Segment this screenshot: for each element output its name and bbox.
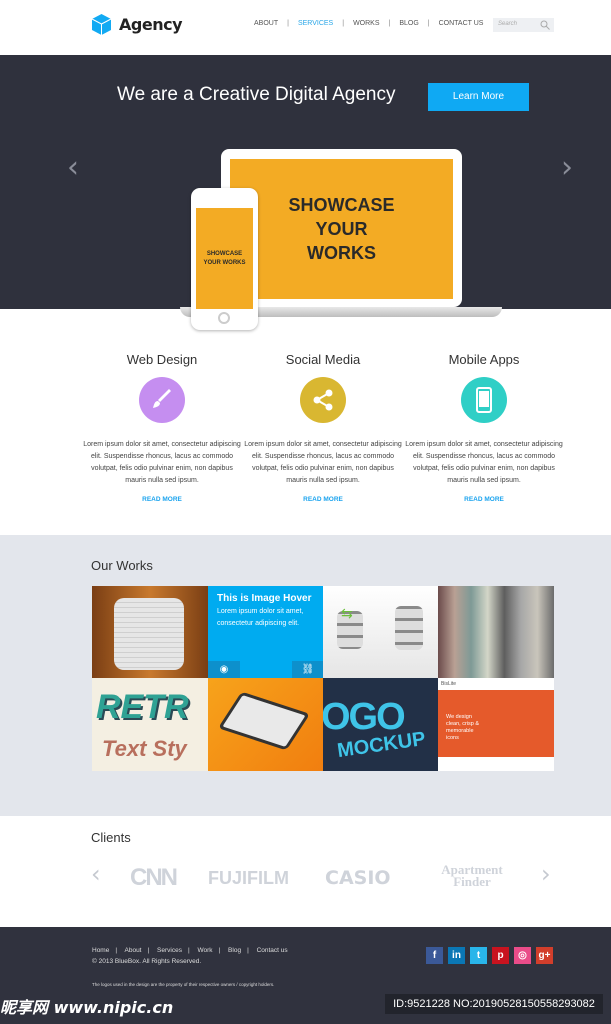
client-logo-fujifilm: FUJIFILM [208, 868, 289, 888]
facebook-icon[interactable]: f [426, 947, 443, 964]
smartphone-icon [461, 377, 507, 423]
read-more-link[interactable]: READ MORE [82, 496, 242, 503]
watermark-site: 昵享网 www.nipic.cn [0, 998, 174, 1017]
eye-icon[interactable]: ◉ [208, 661, 240, 679]
works-title: Our Works [91, 558, 153, 573]
footer-link-about[interactable]: About [125, 947, 142, 954]
nav-about[interactable]: ABOUT [254, 20, 278, 27]
phone-screen-text: SHOWCASE YOUR WORKS [196, 208, 253, 309]
learn-more-button[interactable]: Learn More [428, 83, 529, 111]
work-tile-hover[interactable]: This is Image Hover Lorem ipsum dolor si… [208, 586, 324, 679]
retro-text: RETR [96, 688, 189, 726]
search-placeholder: Search [498, 21, 518, 27]
client-logo-casio: CASIO [325, 867, 391, 889]
work-tile-gradient[interactable] [438, 586, 554, 679]
dribbble-icon[interactable]: ◎ [514, 947, 531, 964]
read-more-link[interactable]: READ MORE [243, 496, 403, 503]
googleplus-icon[interactable]: g+ [536, 947, 553, 964]
service-text: Lorem ipsum dolor sit amet, consectetur … [83, 441, 241, 484]
clients-prev-arrow-icon[interactable]: ‹ [91, 860, 101, 888]
nav-works[interactable]: WORKS [353, 20, 379, 27]
twitter-icon[interactable]: t [470, 947, 487, 964]
link-icon[interactable]: ⛓ [292, 661, 324, 679]
service-title: Mobile Apps [448, 352, 520, 367]
client-logo-cnn: CNN [130, 864, 178, 891]
search-input[interactable]: Search [493, 18, 554, 32]
work-tile-app[interactable] [208, 678, 324, 771]
brand-name[interactable]: Agency [119, 15, 183, 34]
footer-link-contact[interactable]: Contact us [257, 947, 288, 954]
footer-link-home[interactable]: Home [92, 947, 109, 954]
service-title: Web Design [126, 352, 198, 367]
clients-title: Clients [91, 830, 131, 845]
nav-blog[interactable]: BLOG [399, 20, 418, 27]
work-tile-retro[interactable]: RETR Text Sty [92, 678, 208, 771]
service-text: Lorem ipsum dolor sit amet, consectetur … [244, 441, 402, 484]
service-mobile-apps: Mobile Apps Lorem ipsum dolor sit amet, … [404, 352, 564, 503]
nav-contact[interactable]: CONTACT US [439, 20, 484, 27]
main-nav: ABOUT | SERVICES | WORKS | BLOG | CONTACT US [254, 20, 484, 27]
hero-title: We are a Creative Digital Agency [117, 84, 396, 105]
work-tile-database[interactable]: ⇆ [323, 586, 439, 679]
disclaimer: The logos used in the design are the pro… [92, 982, 275, 987]
footer-link-work[interactable]: Work [197, 947, 212, 954]
arrow-icon: ⇆ [341, 606, 353, 622]
footer-link-blog[interactable]: Blog [228, 947, 241, 954]
service-web-design: Web Design Lorem ipsum dolor sit amet, c… [82, 352, 242, 503]
service-text: Lorem ipsum dolor sit amet, consectetur … [405, 441, 563, 484]
footer-link-services[interactable]: Services [157, 947, 182, 954]
hover-title: This is Image Hover [217, 593, 312, 604]
read-more-link[interactable]: READ MORE [404, 496, 564, 503]
cube-logo-icon [92, 14, 111, 35]
work-tile-notepad[interactable] [92, 586, 208, 679]
pinterest-icon[interactable]: p [492, 947, 509, 964]
retro-subtext: Text Sty [102, 736, 187, 761]
hover-text: Lorem ipsum dolor sit amet, consectetur … [217, 608, 304, 627]
service-social-media: Social Media Lorem ipsum dolor sit amet,… [243, 352, 403, 503]
website-brand: BisLite [438, 678, 554, 690]
work-tile-website[interactable]: BisLite We design clean, crisp & memorab… [438, 678, 554, 771]
laptop-screen-text: SHOWCASE YOUR WORKS [230, 159, 453, 299]
nav-services[interactable]: SERVICES [298, 20, 333, 27]
service-title: Social Media [285, 352, 361, 367]
client-logo-apartment-finder: Apartment Finder [441, 862, 503, 889]
work-tile-logo-mockup[interactable]: OGO MOCKUP [323, 678, 439, 771]
slider-next-arrow-icon[interactable]: › [561, 150, 573, 185]
copyright: © 2013 BlueBox. All Rights Reserved. [92, 958, 202, 965]
phone-home-button [218, 312, 230, 324]
brush-icon [139, 377, 185, 423]
search-icon[interactable] [540, 20, 550, 30]
clients-next-arrow-icon[interactable]: › [541, 860, 551, 888]
share-icon [300, 377, 346, 423]
slider-prev-arrow-icon[interactable]: ‹ [67, 150, 79, 185]
footer-links: Home | About | Services | Work | Blog | Conta… [92, 947, 288, 954]
watermark-id: ID:9521228 NO:20190528150558293082 [385, 994, 603, 1014]
linkedin-icon[interactable]: in [448, 947, 465, 964]
website-tagline: We design clean, crisp & memorable icons [446, 714, 480, 741]
